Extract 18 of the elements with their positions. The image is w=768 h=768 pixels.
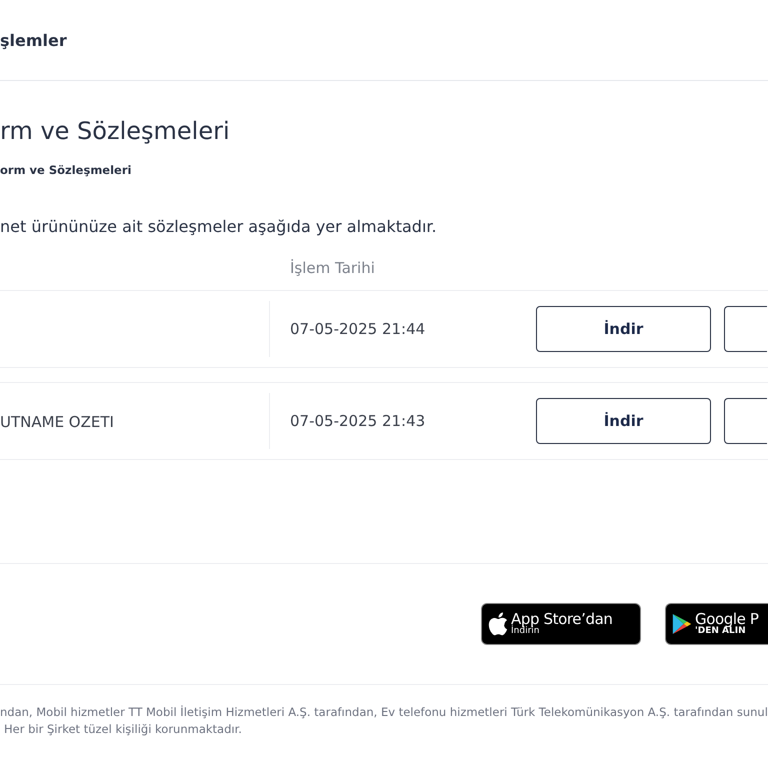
footer-text: ndan, Mobil hizmetler TT Mobil İletişim Hizmetleri A.Ş. tarafından, Ev telefonu hizmetleri Türk Telekomünikasyon A.Ş. tarafından sunul: [0, 705, 768, 719]
app-store-badge[interactable]: App Store’dan İndirin: [481, 603, 641, 645]
breadcrumb[interactable]: orm ve Sözleşmeleri: [0, 163, 768, 177]
transaction-date: 07-05-2025 21:43: [290, 412, 426, 430]
transaction-date: 07-05-2025 21:44: [290, 320, 426, 338]
footer-text: Her bir Şirket tüzel kişiliği korunmaktadır.: [3, 722, 243, 736]
header-title: şlemler: [0, 30, 67, 50]
document-name: UTNAME OZETI: [0, 412, 114, 430]
apple-icon: [488, 612, 508, 636]
download-button[interactable]: İndir: [536, 398, 711, 444]
google-play-badge[interactable]: Google P 'DEN ALIN: [665, 603, 768, 645]
column-header: İşlem Tarihi: [290, 259, 376, 277]
page-title: rm ve Sözleşmeleri: [0, 117, 231, 145]
description: net ürününüze ait sözleşmeler aşağıda yer almaktadır.: [0, 217, 438, 236]
action-button[interactable]: [724, 306, 767, 352]
download-button[interactable]: İndir: [536, 306, 711, 352]
play-store-icon: [672, 613, 692, 635]
action-button[interactable]: [724, 398, 767, 444]
